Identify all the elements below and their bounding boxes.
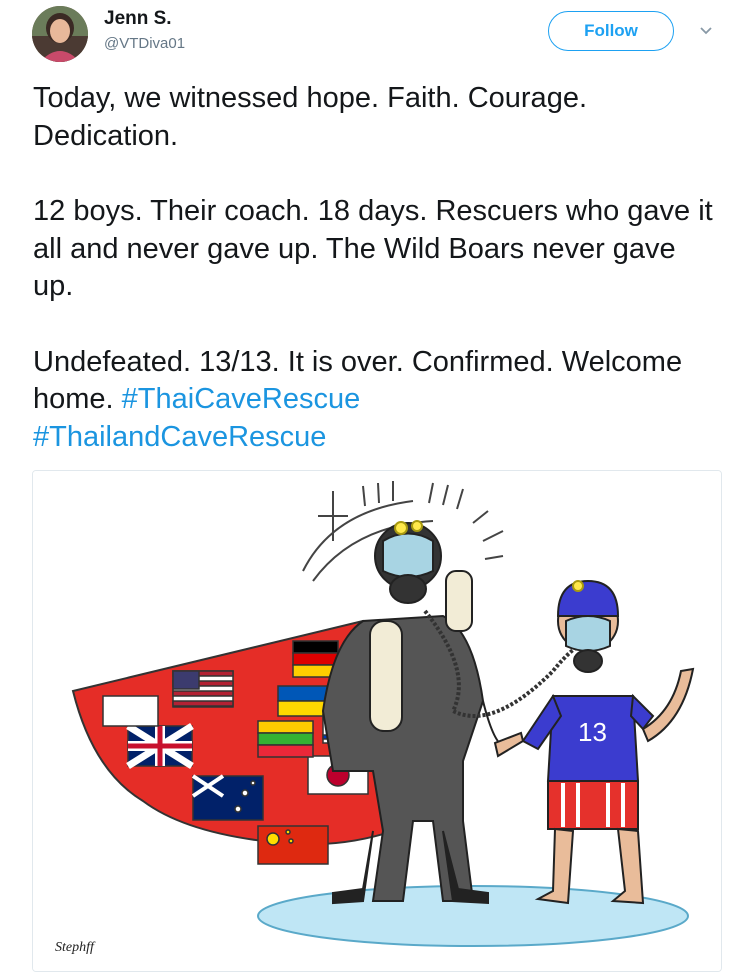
china-flag-icon	[257, 825, 329, 865]
user-handle[interactable]: @VTDiva01	[104, 35, 185, 52]
follow-button[interactable]: Follow	[548, 11, 674, 51]
tweet-media[interactable]: 13 Stephff	[32, 470, 722, 972]
profile-photo-icon	[32, 6, 88, 62]
hashtag-thai-cave-rescue[interactable]: #ThaiCaveRescue	[122, 383, 361, 415]
tweet-paragraph-1: Today, we witnessed hope. Faith. Courage…	[33, 82, 588, 152]
tweet-paragraph-3: Undefeated. 13/13. It is over. Confirmed…	[33, 344, 723, 457]
usa-flag-icon	[172, 670, 234, 708]
cartoon-illustration: 13 Stephff	[33, 471, 721, 971]
tweet-paragraph-2: 12 boys. Their coach. 18 days. Rescuers …	[33, 195, 713, 302]
hashtag-thailand-cave-rescue[interactable]: #ThailandCaveRescue	[33, 421, 326, 453]
chevron-down-icon[interactable]	[694, 22, 718, 40]
uk-flag-icon	[126, 723, 194, 769]
australia-flag-icon	[191, 774, 264, 821]
user-name[interactable]: Jenn S.	[104, 8, 172, 30]
jersey-number: 13	[578, 717, 607, 747]
myanmar-flag-icon	[257, 720, 314, 758]
avatar[interactable]	[32, 6, 88, 62]
tweet-text: Today, we witnessed hope. Faith. Courage…	[33, 80, 723, 456]
artist-signature: Stephff	[55, 940, 96, 955]
